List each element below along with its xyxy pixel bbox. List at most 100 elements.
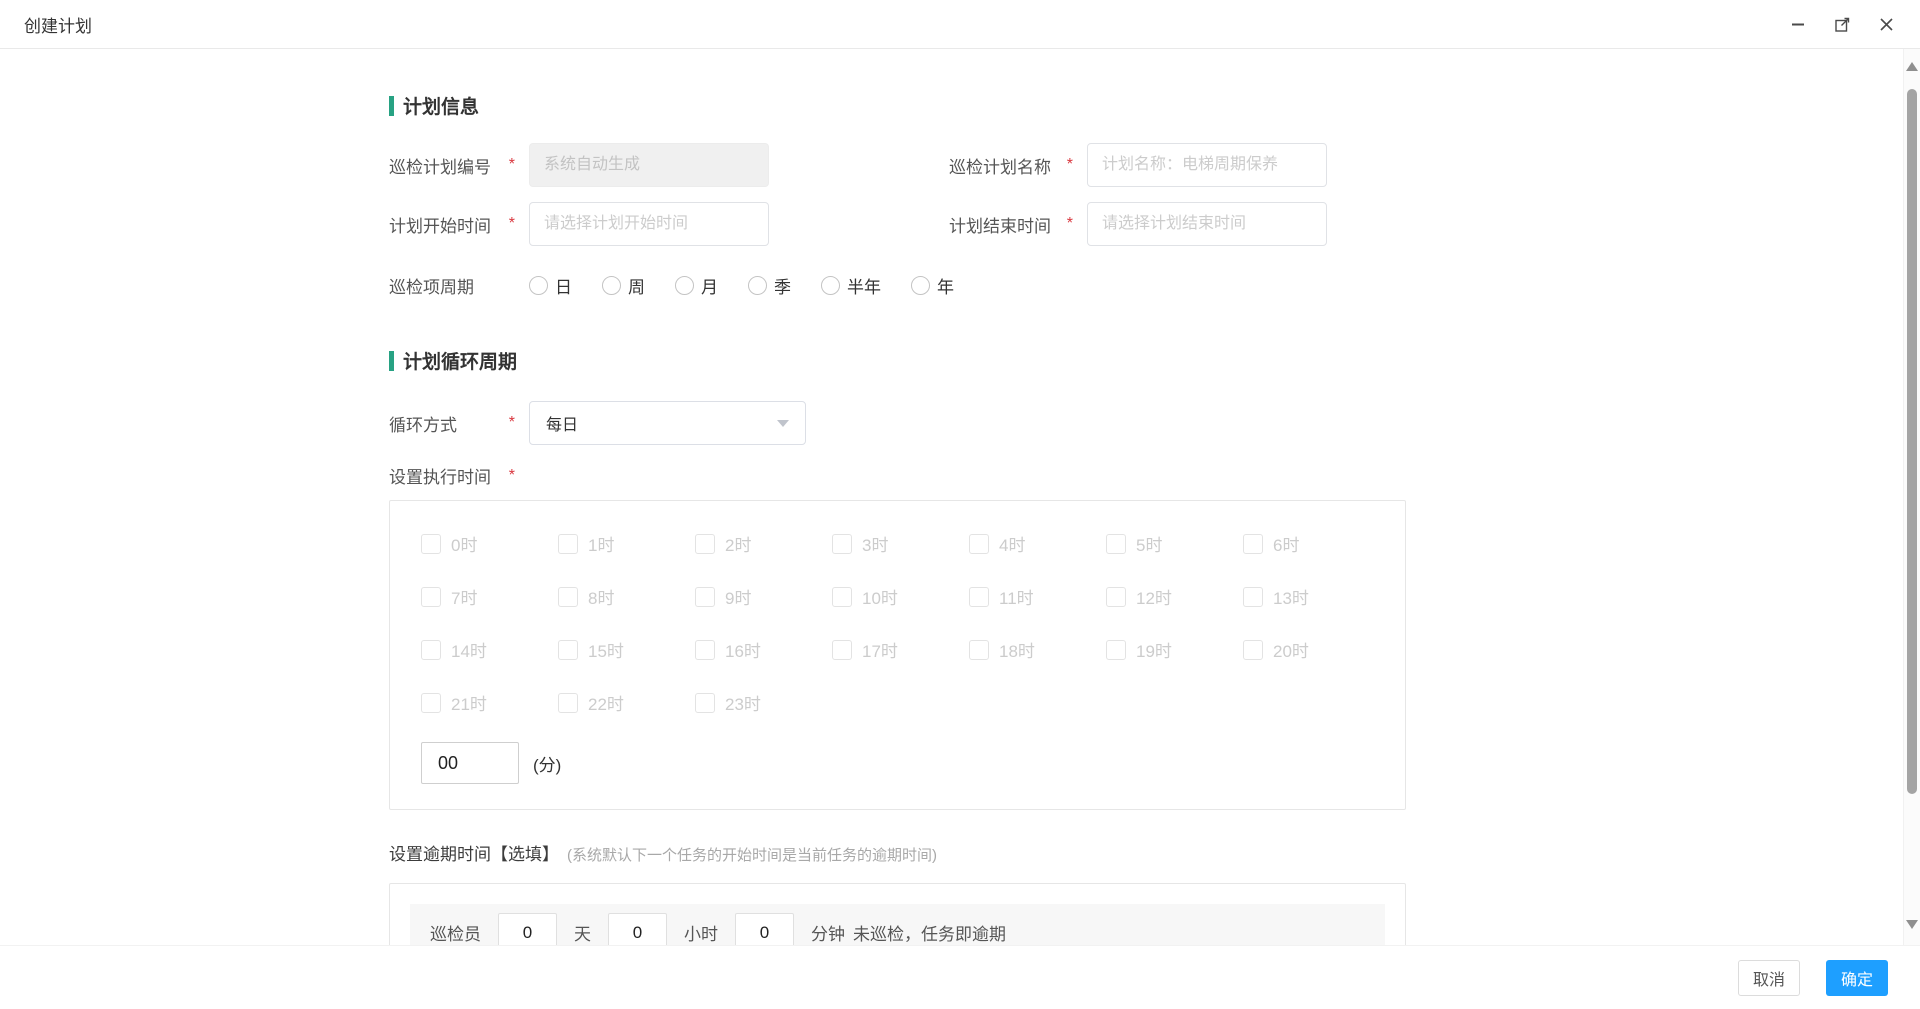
hour-checkbox-17时[interactable]: 17时 [832, 637, 969, 662]
scroll-down-arrow-icon[interactable] [1906, 920, 1918, 929]
radio-label: 日 [555, 273, 572, 298]
cancel-button[interactable]: 取消 [1738, 960, 1800, 996]
hour-checkbox-18时[interactable]: 18时 [969, 637, 1106, 662]
form-row-1: 巡检计划编号 * 巡检计划名称 * [389, 143, 1406, 187]
confirm-button[interactable]: 确定 [1826, 960, 1888, 996]
hour-checkbox-8时[interactable]: 8时 [558, 584, 695, 609]
hour-label: 4时 [999, 531, 1025, 556]
checkbox-icon [695, 534, 715, 554]
overdue-days-unit: 天 [574, 920, 591, 945]
checkbox-icon [1106, 587, 1126, 607]
hour-checkbox-12时[interactable]: 12时 [1106, 584, 1243, 609]
checkbox-icon [558, 693, 578, 713]
hour-label: 16时 [725, 637, 761, 662]
required-mark: * [509, 414, 515, 432]
hour-checkbox-14时[interactable]: 14时 [421, 637, 558, 662]
field-label: 巡检计划编号 * [389, 153, 529, 178]
hour-checkbox-5时[interactable]: 5时 [1106, 531, 1243, 556]
hour-checkbox-4时[interactable]: 4时 [969, 531, 1106, 556]
plan-name-input[interactable] [1087, 143, 1327, 187]
field-label: 设置执行时间 * [389, 463, 529, 488]
hour-checkbox-0时[interactable]: 0时 [421, 531, 558, 556]
checkbox-icon [969, 640, 989, 660]
overdue-days-input[interactable] [498, 913, 557, 946]
checkbox-icon [421, 693, 441, 713]
hour-checkbox-19时[interactable]: 19时 [1106, 637, 1243, 662]
exec-time-label: 设置执行时间 [389, 463, 491, 488]
overdue-title: 设置逾期时间【选填】 [389, 840, 559, 865]
radio-option-日[interactable]: 日 [529, 273, 572, 298]
hour-label: 22时 [588, 690, 624, 715]
checkbox-icon [421, 640, 441, 660]
plan-number-input[interactable] [529, 143, 769, 187]
radio-option-月[interactable]: 月 [675, 273, 718, 298]
dialog-content: 计划信息 巡检计划编号 * 巡检计划名称 * [0, 49, 1903, 945]
end-time-input[interactable] [1087, 202, 1327, 246]
section-cycle: 计划循环周期 [389, 347, 1406, 374]
checkbox-icon [832, 587, 852, 607]
hour-checkbox-1时[interactable]: 1时 [558, 531, 695, 556]
hour-checkbox-6时[interactable]: 6时 [1243, 531, 1380, 556]
hour-checkbox-7时[interactable]: 7时 [421, 584, 558, 609]
checkbox-icon [421, 534, 441, 554]
radio-option-半年[interactable]: 半年 [821, 273, 881, 298]
radio-option-季[interactable]: 季 [748, 273, 791, 298]
hour-label: 3时 [862, 531, 888, 556]
hour-checkbox-21时[interactable]: 21时 [421, 690, 558, 715]
cycle-mode-select[interactable]: 每日 [529, 401, 806, 445]
hour-label: 0时 [451, 531, 477, 556]
radio-label: 月 [701, 273, 718, 298]
section-title: 计划信息 [403, 92, 479, 119]
chevron-down-icon [777, 420, 789, 427]
hour-checkbox-10时[interactable]: 10时 [832, 584, 969, 609]
maximize-icon[interactable] [1832, 14, 1852, 34]
minimize-icon[interactable] [1788, 14, 1808, 34]
dialog-footer: 取消 确定 [0, 945, 1920, 1009]
required-mark: * [509, 467, 515, 485]
checkbox-icon [695, 587, 715, 607]
radio-option-年[interactable]: 年 [911, 273, 954, 298]
minute-row: (分) [421, 742, 1405, 784]
hour-label: 23时 [725, 690, 761, 715]
minute-unit-label: (分) [533, 751, 561, 776]
field-label: 循环方式 * [389, 411, 529, 436]
field-label: 计划结束时间 * [949, 212, 1087, 237]
radio-label: 半年 [847, 273, 881, 298]
hour-checkbox-23时[interactable]: 23时 [695, 690, 832, 715]
overdue-panel: 巡检员 天 小时 分钟 未巡检，任务即逾期 [389, 883, 1406, 945]
hour-checkbox-3时[interactable]: 3时 [832, 531, 969, 556]
hour-label: 5时 [1136, 531, 1162, 556]
hour-checkbox-9时[interactable]: 9时 [695, 584, 832, 609]
hour-checkbox-11时[interactable]: 11时 [969, 584, 1106, 609]
exec-time-panel: 0时 1时2时 3时 4时 5时 6时 7时 8时 9时 10时11时12时13时 14时15时 16… [389, 500, 1406, 810]
radio-icon [529, 276, 548, 295]
overdue-hours-input[interactable] [608, 913, 667, 946]
checkbox-icon [969, 534, 989, 554]
hour-checkbox-15时[interactable]: 15时 [558, 637, 695, 662]
hour-label: 8时 [588, 584, 614, 609]
cycle-mode-label: 循环方式 [389, 411, 457, 436]
close-icon[interactable] [1876, 14, 1896, 34]
section-accent-bar [389, 96, 394, 116]
overdue-hours-unit: 小时 [684, 920, 718, 945]
vertical-scrollbar [1903, 49, 1920, 945]
hour-checkbox-16时[interactable]: 16时 [695, 637, 832, 662]
minute-input[interactable] [421, 742, 519, 784]
hour-checkbox-13时[interactable]: 13时 [1243, 584, 1380, 609]
hour-checkbox-22时[interactable]: 22时 [558, 690, 695, 715]
radio-icon [675, 276, 694, 295]
titlebar: 创建计划 [0, 0, 1920, 49]
cycle-mode-value: 每日 [546, 411, 578, 435]
hour-checkbox-2时[interactable]: 2时 [695, 531, 832, 556]
hour-checkbox-20时[interactable]: 20时 [1243, 637, 1380, 662]
plan-number-label: 巡检计划编号 [389, 153, 491, 178]
hour-label: 9时 [725, 584, 751, 609]
scroll-up-arrow-icon[interactable] [1906, 62, 1918, 71]
section-accent-bar [389, 351, 394, 371]
checkbox-icon [832, 534, 852, 554]
start-time-input[interactable] [529, 202, 769, 246]
overdue-minutes-input[interactable] [735, 913, 794, 946]
scrollbar-thumb[interactable] [1907, 89, 1917, 794]
window-title: 创建计划 [24, 12, 92, 37]
radio-option-周[interactable]: 周 [602, 273, 645, 298]
